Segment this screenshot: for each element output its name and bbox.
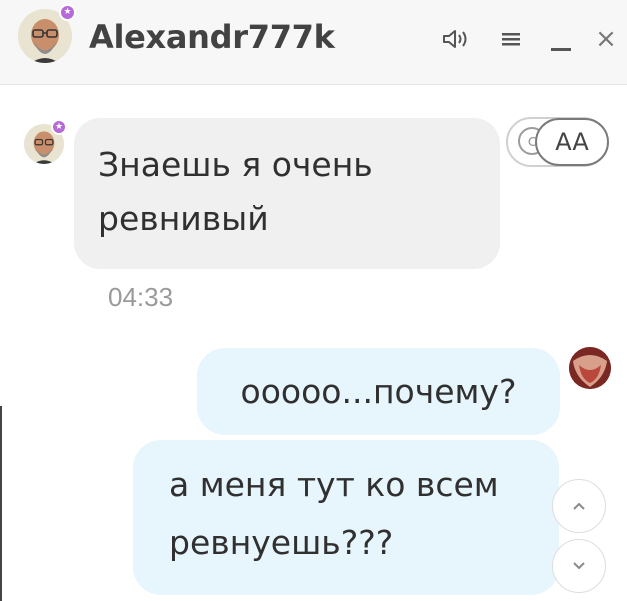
speaker-icon[interactable] xyxy=(438,24,474,54)
message-text-line: ревнуешь??? xyxy=(169,523,394,562)
my-avatar[interactable] xyxy=(569,347,611,389)
contact-name[interactable]: Alexandr777k xyxy=(89,18,335,56)
translate-button[interactable]: c AA xyxy=(506,117,609,167)
chevron-up-icon xyxy=(573,502,585,510)
online-badge-icon: ★ xyxy=(59,4,76,21)
online-badge-icon: ★ xyxy=(51,119,67,135)
scroll-up-button[interactable] xyxy=(552,479,606,533)
font-size-toggle[interactable]: AA xyxy=(535,118,609,166)
window-edge xyxy=(0,406,2,601)
message-text-line: Знаешь я очень xyxy=(98,145,373,184)
message-text: ооооо...почему? xyxy=(240,372,517,411)
incoming-message-bubble[interactable]: Знаешь я очень ревнивый xyxy=(74,118,500,269)
chevron-down-icon xyxy=(573,562,585,570)
message-text-line: а меня тут ко всем xyxy=(169,465,499,504)
close-button[interactable]: × xyxy=(592,24,620,54)
chat-header: ★ Alexandr777k × xyxy=(0,0,627,85)
message-text-line: ревнивый xyxy=(98,199,269,238)
scroll-down-button[interactable] xyxy=(552,539,606,593)
outgoing-message-bubble[interactable]: а меня тут ко всем ревнуешь??? xyxy=(133,440,559,595)
minimize-button[interactable] xyxy=(546,24,576,54)
hamburger-menu-icon[interactable] xyxy=(497,24,525,54)
outgoing-message-bubble[interactable]: ооооо...почему? xyxy=(197,348,560,435)
message-timestamp: 04:33 xyxy=(108,282,174,312)
